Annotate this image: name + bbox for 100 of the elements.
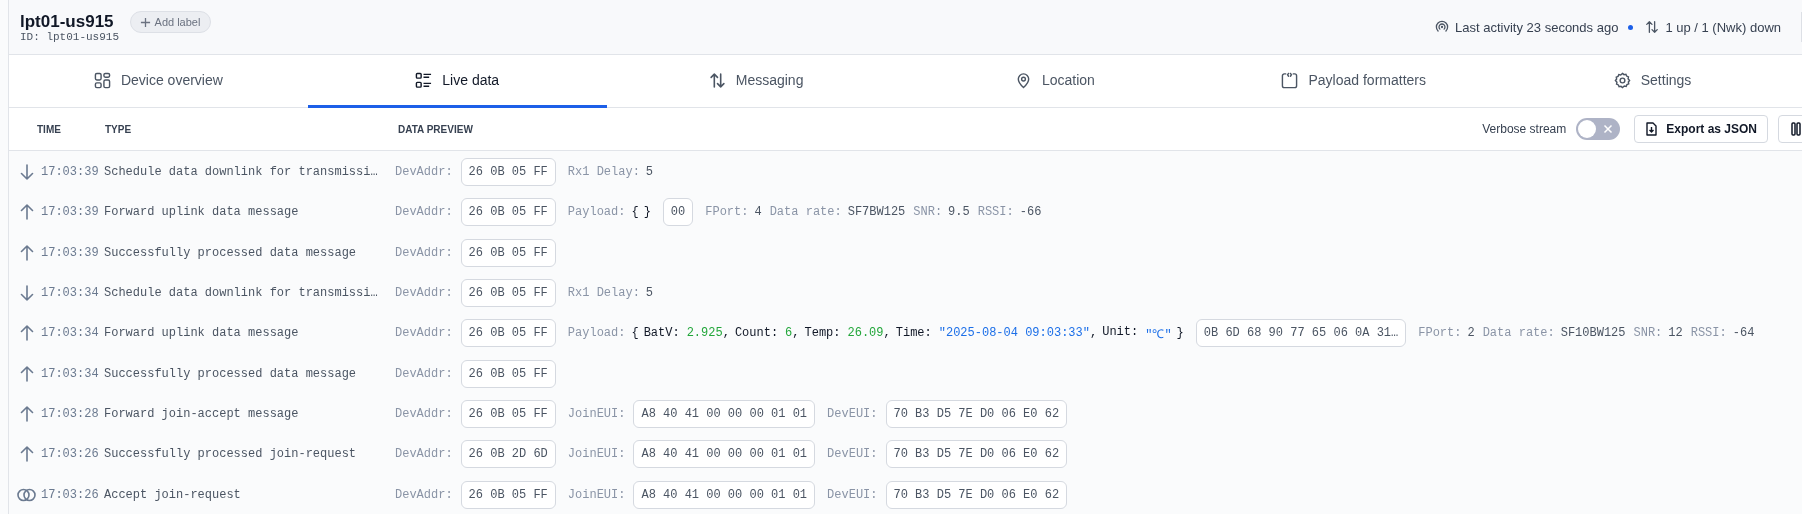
field-label: DevAddr: bbox=[395, 205, 453, 220]
event-type: Forward join-accept message bbox=[104, 406, 300, 421]
add-label-button[interactable]: Add label bbox=[129, 11, 212, 33]
payload-value: 26.09 bbox=[847, 326, 884, 341]
column-header: TIME bbox=[36, 123, 62, 135]
payload-value: 2.925 bbox=[686, 326, 723, 341]
field-label: Payload: bbox=[567, 205, 626, 220]
field-value: 5 bbox=[645, 286, 654, 301]
field-label: DevEUI: bbox=[827, 447, 878, 462]
field-label: Data rate: bbox=[1482, 326, 1555, 341]
brace: { bbox=[631, 205, 639, 220]
arrow-up-icon bbox=[19, 244, 34, 261]
field-label: DevAddr: bbox=[395, 406, 453, 421]
brace: { bbox=[631, 326, 639, 341]
signal-icon bbox=[1435, 20, 1450, 34]
value-chip[interactable]: A8 40 41 00 00 00 01 01 bbox=[633, 399, 816, 428]
value-chip[interactable]: 26 0B 05 FF bbox=[460, 279, 556, 308]
value-chip[interactable]: 26 0B 05 FF bbox=[460, 359, 556, 388]
event-type: Accept join-request bbox=[104, 487, 242, 502]
field-label: DevAddr: bbox=[395, 366, 453, 381]
field-label: DevEUI: bbox=[827, 406, 878, 421]
separator: , bbox=[722, 326, 730, 341]
field-label: DevEUI: bbox=[827, 487, 878, 502]
field-label: DevAddr: bbox=[395, 447, 453, 462]
tab[interactable]: Device overview bbox=[9, 55, 308, 108]
value-chip[interactable]: 26 0B 05 FF bbox=[460, 319, 556, 348]
settings-icon bbox=[1613, 71, 1631, 89]
list-icon bbox=[415, 71, 433, 89]
event-time: 17:03:26 bbox=[40, 447, 100, 462]
arrow-down-icon bbox=[19, 285, 34, 302]
field-value: SF10BW125 bbox=[1560, 326, 1626, 341]
value-chip[interactable]: 26 0B 05 FF bbox=[460, 198, 556, 227]
payload-key: Count: bbox=[734, 326, 779, 341]
tab[interactable]: Settings bbox=[1503, 55, 1802, 108]
event-type: Successfully processed join-request bbox=[104, 447, 358, 462]
up-down-arrows-icon bbox=[1645, 20, 1660, 34]
event-type: Forward uplink data message bbox=[104, 326, 300, 341]
field-label: DevAddr: bbox=[395, 165, 453, 180]
event-time: 17:03:34 bbox=[40, 326, 100, 341]
event-type: Successfully processed data message bbox=[104, 366, 358, 381]
value-chip[interactable]: 70 B3 D5 7E D0 06 E0 62 bbox=[885, 440, 1068, 469]
field-label: Rx1 Delay: bbox=[567, 165, 640, 180]
up-down-arrows-icon bbox=[708, 71, 726, 89]
payload-key: Temp: bbox=[804, 326, 841, 341]
download-file-icon bbox=[1645, 122, 1659, 136]
verbose-stream-toggle[interactable] bbox=[1576, 118, 1621, 140]
field-value: 5 bbox=[645, 165, 654, 180]
field-label: FPort: bbox=[1418, 326, 1462, 341]
value-chip[interactable]: A8 40 41 00 00 00 01 01 bbox=[633, 440, 816, 469]
field-value: 2 bbox=[1467, 326, 1475, 341]
tab[interactable]: Messaging bbox=[606, 55, 906, 108]
tab[interactable]: Location bbox=[905, 55, 1205, 108]
arrow-up-icon bbox=[19, 325, 34, 342]
payload-value: "2025-08-04 09:03:33" bbox=[938, 326, 1090, 341]
export-button[interactable]: Export as JSON bbox=[1634, 115, 1768, 143]
frame-counts: 1 up / 1 (Nwk) down bbox=[1665, 19, 1781, 35]
field-label: SNR: bbox=[913, 205, 943, 220]
pause-icon bbox=[1791, 122, 1801, 136]
event-time: 17:03:28 bbox=[40, 406, 100, 421]
field-value: 12 bbox=[1668, 326, 1683, 341]
device-id: ID: lpt01-us915 bbox=[20, 31, 121, 43]
field-label: DevAddr: bbox=[395, 245, 453, 260]
field-label: JoinEUI: bbox=[567, 406, 626, 421]
arrow-up-icon bbox=[19, 405, 34, 422]
value-chip[interactable]: 26 0B 05 FF bbox=[460, 399, 556, 428]
value-chip[interactable]: 26 0B 05 FF bbox=[460, 158, 556, 187]
event-time: 17:03:39 bbox=[40, 205, 100, 220]
field-label: DevAddr: bbox=[395, 326, 453, 341]
value-chip[interactable]: 70 B3 D5 7E D0 06 E0 62 bbox=[885, 480, 1068, 509]
event-type: Forward uplink data message bbox=[104, 205, 300, 220]
field-value: SF7BW125 bbox=[847, 205, 906, 220]
event-type: Schedule data downlink for transmissi… bbox=[104, 286, 379, 301]
field-label: RSSI: bbox=[977, 205, 1014, 220]
device-title: lpt01-us915 bbox=[20, 12, 114, 32]
field-label: Data rate: bbox=[769, 205, 842, 220]
close-icon bbox=[1603, 124, 1614, 134]
payload-key: Time: bbox=[895, 326, 932, 341]
field-value: 4 bbox=[754, 205, 762, 220]
field-value: -64 bbox=[1732, 326, 1755, 341]
field-label: DevAddr: bbox=[395, 487, 453, 502]
tab[interactable]: Payload formatters bbox=[1204, 55, 1504, 108]
payload-key: Unit: bbox=[1102, 324, 1139, 342]
separator: , bbox=[1090, 326, 1098, 341]
value-chip[interactable]: 00 bbox=[662, 198, 694, 227]
value-chip[interactable]: 0B 6D 68 90 77 65 06 0A 31… bbox=[1195, 319, 1407, 348]
field-label: JoinEUI: bbox=[567, 487, 626, 502]
linked-rings-icon bbox=[17, 487, 36, 502]
field-label: Rx1 Delay: bbox=[567, 286, 640, 301]
value-chip[interactable]: 26 0B 05 FF bbox=[460, 238, 556, 267]
field-label: DevAddr: bbox=[395, 286, 453, 301]
value-chip[interactable]: 70 B3 D5 7E D0 06 E0 62 bbox=[885, 399, 1068, 428]
value-chip[interactable]: A8 40 41 00 00 00 01 01 bbox=[633, 480, 816, 509]
separator: , bbox=[883, 326, 891, 341]
field-label: FPort: bbox=[705, 205, 749, 220]
payload-value: 6 bbox=[785, 326, 793, 341]
value-chip[interactable]: 26 0B 2D 6D bbox=[460, 440, 556, 469]
value-chip[interactable]: 26 0B 05 FF bbox=[460, 480, 556, 509]
brace: } bbox=[643, 205, 651, 220]
event-time: 17:03:39 bbox=[40, 165, 100, 180]
brace: } bbox=[1176, 326, 1184, 341]
